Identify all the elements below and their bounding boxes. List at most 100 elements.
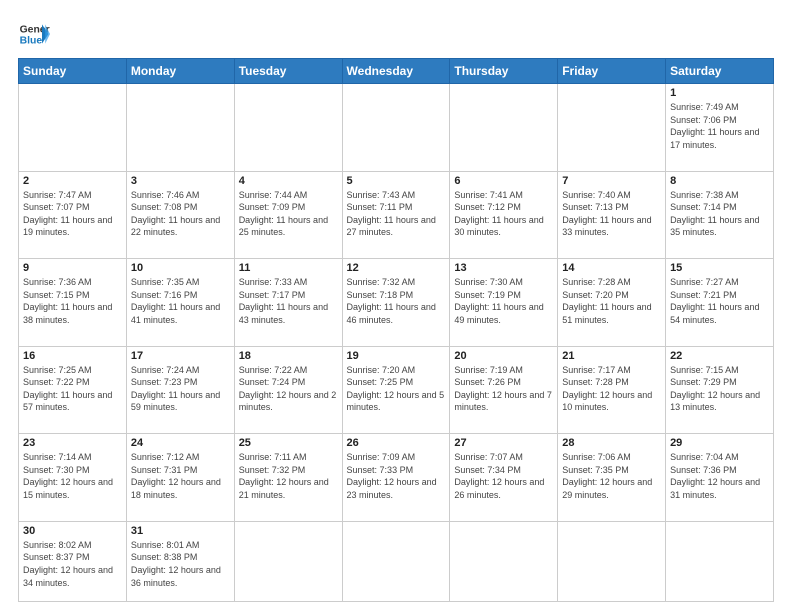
day-info: Sunrise: 7:32 AMSunset: 7:18 PMDaylight:… — [347, 277, 436, 325]
day-number: 8 — [670, 175, 769, 187]
calendar-cell — [234, 84, 342, 172]
calendar-cell — [126, 84, 234, 172]
day-info: Sunrise: 7:19 AMSunset: 7:26 PMDaylight:… — [454, 365, 552, 413]
day-number: 13 — [454, 262, 553, 274]
calendar-cell — [342, 521, 450, 601]
calendar-cell: 3 Sunrise: 7:46 AMSunset: 7:08 PMDayligh… — [126, 171, 234, 259]
calendar-cell — [558, 521, 666, 601]
day-number: 17 — [131, 350, 230, 362]
day-number: 15 — [670, 262, 769, 274]
day-number: 12 — [347, 262, 446, 274]
calendar-cell: 14 Sunrise: 7:28 AMSunset: 7:20 PMDaylig… — [558, 259, 666, 347]
day-number: 16 — [23, 350, 122, 362]
calendar-cell: 4 Sunrise: 7:44 AMSunset: 7:09 PMDayligh… — [234, 171, 342, 259]
day-info: Sunrise: 8:02 AMSunset: 8:37 PMDaylight:… — [23, 540, 113, 588]
calendar-cell: 10 Sunrise: 7:35 AMSunset: 7:16 PMDaylig… — [126, 259, 234, 347]
calendar-cell: 7 Sunrise: 7:40 AMSunset: 7:13 PMDayligh… — [558, 171, 666, 259]
day-number: 5 — [347, 175, 446, 187]
day-info: Sunrise: 8:01 AMSunset: 8:38 PMDaylight:… — [131, 540, 221, 588]
calendar-cell: 5 Sunrise: 7:43 AMSunset: 7:11 PMDayligh… — [342, 171, 450, 259]
day-info: Sunrise: 7:38 AMSunset: 7:14 PMDaylight:… — [670, 190, 759, 238]
day-info: Sunrise: 7:36 AMSunset: 7:15 PMDaylight:… — [23, 277, 112, 325]
svg-text:Blue: Blue — [20, 36, 43, 47]
day-info: Sunrise: 7:33 AMSunset: 7:17 PMDaylight:… — [239, 277, 328, 325]
calendar-cell: 16 Sunrise: 7:25 AMSunset: 7:22 PMDaylig… — [19, 346, 127, 434]
day-info: Sunrise: 7:07 AMSunset: 7:34 PMDaylight:… — [454, 452, 544, 500]
calendar-cell: 18 Sunrise: 7:22 AMSunset: 7:24 PMDaylig… — [234, 346, 342, 434]
day-number: 28 — [562, 437, 661, 449]
calendar-cell — [450, 84, 558, 172]
day-info: Sunrise: 7:20 AMSunset: 7:25 PMDaylight:… — [347, 365, 445, 413]
calendar-cell: 21 Sunrise: 7:17 AMSunset: 7:28 PMDaylig… — [558, 346, 666, 434]
logo-icon: General Blue — [18, 18, 50, 50]
calendar-week-row: 30 Sunrise: 8:02 AMSunset: 8:37 PMDaylig… — [19, 521, 774, 601]
day-info: Sunrise: 7:12 AMSunset: 7:31 PMDaylight:… — [131, 452, 221, 500]
day-info: Sunrise: 7:43 AMSunset: 7:11 PMDaylight:… — [347, 190, 436, 238]
day-number: 1 — [670, 87, 769, 99]
calendar-cell: 22 Sunrise: 7:15 AMSunset: 7:29 PMDaylig… — [666, 346, 774, 434]
day-info: Sunrise: 7:49 AMSunset: 7:06 PMDaylight:… — [670, 102, 759, 150]
calendar-cell: 1 Sunrise: 7:49 AMSunset: 7:06 PMDayligh… — [666, 84, 774, 172]
day-info: Sunrise: 7:27 AMSunset: 7:21 PMDaylight:… — [670, 277, 759, 325]
calendar-cell: 12 Sunrise: 7:32 AMSunset: 7:18 PMDaylig… — [342, 259, 450, 347]
day-number: 23 — [23, 437, 122, 449]
calendar-cell — [19, 84, 127, 172]
day-number: 21 — [562, 350, 661, 362]
day-number: 6 — [454, 175, 553, 187]
calendar-cell: 19 Sunrise: 7:20 AMSunset: 7:25 PMDaylig… — [342, 346, 450, 434]
day-info: Sunrise: 7:15 AMSunset: 7:29 PMDaylight:… — [670, 365, 760, 413]
day-info: Sunrise: 7:35 AMSunset: 7:16 PMDaylight:… — [131, 277, 220, 325]
calendar-cell: 25 Sunrise: 7:11 AMSunset: 7:32 PMDaylig… — [234, 434, 342, 522]
day-number: 10 — [131, 262, 230, 274]
weekday-header-tuesday: Tuesday — [234, 59, 342, 84]
day-number: 27 — [454, 437, 553, 449]
calendar-week-row: 9 Sunrise: 7:36 AMSunset: 7:15 PMDayligh… — [19, 259, 774, 347]
calendar-cell: 11 Sunrise: 7:33 AMSunset: 7:17 PMDaylig… — [234, 259, 342, 347]
day-number: 18 — [239, 350, 338, 362]
calendar-cell — [450, 521, 558, 601]
day-info: Sunrise: 7:11 AMSunset: 7:32 PMDaylight:… — [239, 452, 329, 500]
weekday-header-monday: Monday — [126, 59, 234, 84]
calendar-table: SundayMondayTuesdayWednesdayThursdayFrid… — [18, 58, 774, 602]
day-number: 30 — [23, 525, 122, 537]
calendar-cell: 29 Sunrise: 7:04 AMSunset: 7:36 PMDaylig… — [666, 434, 774, 522]
day-number: 24 — [131, 437, 230, 449]
day-info: Sunrise: 7:25 AMSunset: 7:22 PMDaylight:… — [23, 365, 112, 413]
day-info: Sunrise: 7:30 AMSunset: 7:19 PMDaylight:… — [454, 277, 543, 325]
day-number: 29 — [670, 437, 769, 449]
calendar-cell: 20 Sunrise: 7:19 AMSunset: 7:26 PMDaylig… — [450, 346, 558, 434]
calendar-cell: 15 Sunrise: 7:27 AMSunset: 7:21 PMDaylig… — [666, 259, 774, 347]
day-number: 3 — [131, 175, 230, 187]
calendar-cell: 24 Sunrise: 7:12 AMSunset: 7:31 PMDaylig… — [126, 434, 234, 522]
weekday-header-sunday: Sunday — [19, 59, 127, 84]
day-info: Sunrise: 7:28 AMSunset: 7:20 PMDaylight:… — [562, 277, 651, 325]
day-number: 22 — [670, 350, 769, 362]
calendar-week-row: 1 Sunrise: 7:49 AMSunset: 7:06 PMDayligh… — [19, 84, 774, 172]
page: General Blue SundayMondayTuesdayWednesda… — [0, 0, 792, 612]
day-number: 31 — [131, 525, 230, 537]
calendar-cell: 6 Sunrise: 7:41 AMSunset: 7:12 PMDayligh… — [450, 171, 558, 259]
day-info: Sunrise: 7:40 AMSunset: 7:13 PMDaylight:… — [562, 190, 651, 238]
day-number: 2 — [23, 175, 122, 187]
weekday-header-friday: Friday — [558, 59, 666, 84]
day-number: 7 — [562, 175, 661, 187]
weekday-header-thursday: Thursday — [450, 59, 558, 84]
day-info: Sunrise: 7:04 AMSunset: 7:36 PMDaylight:… — [670, 452, 760, 500]
day-number: 4 — [239, 175, 338, 187]
weekday-header-row: SundayMondayTuesdayWednesdayThursdayFrid… — [19, 59, 774, 84]
calendar-cell: 30 Sunrise: 8:02 AMSunset: 8:37 PMDaylig… — [19, 521, 127, 601]
calendar-cell — [666, 521, 774, 601]
day-info: Sunrise: 7:09 AMSunset: 7:33 PMDaylight:… — [347, 452, 437, 500]
day-info: Sunrise: 7:14 AMSunset: 7:30 PMDaylight:… — [23, 452, 113, 500]
day-number: 14 — [562, 262, 661, 274]
calendar-week-row: 2 Sunrise: 7:47 AMSunset: 7:07 PMDayligh… — [19, 171, 774, 259]
day-info: Sunrise: 7:46 AMSunset: 7:08 PMDaylight:… — [131, 190, 220, 238]
day-info: Sunrise: 7:47 AMSunset: 7:07 PMDaylight:… — [23, 190, 112, 238]
day-number: 9 — [23, 262, 122, 274]
calendar-cell: 28 Sunrise: 7:06 AMSunset: 7:35 PMDaylig… — [558, 434, 666, 522]
calendar-week-row: 16 Sunrise: 7:25 AMSunset: 7:22 PMDaylig… — [19, 346, 774, 434]
day-number: 20 — [454, 350, 553, 362]
calendar-cell: 26 Sunrise: 7:09 AMSunset: 7:33 PMDaylig… — [342, 434, 450, 522]
calendar-cell: 27 Sunrise: 7:07 AMSunset: 7:34 PMDaylig… — [450, 434, 558, 522]
calendar-cell: 13 Sunrise: 7:30 AMSunset: 7:19 PMDaylig… — [450, 259, 558, 347]
